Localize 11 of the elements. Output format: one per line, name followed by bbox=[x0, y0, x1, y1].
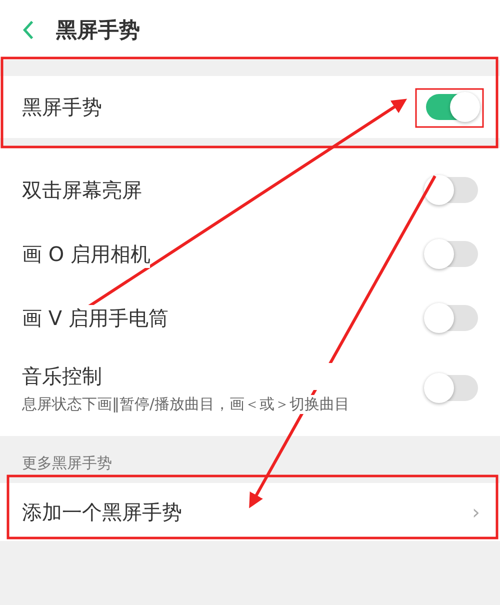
section-heading: 更多黑屏手势 bbox=[21, 453, 113, 474]
back-icon[interactable] bbox=[22, 20, 34, 40]
page-title: 黑屏手势 bbox=[56, 17, 140, 44]
toggle-switch[interactable] bbox=[426, 94, 478, 120]
setting-label: 黑屏手势 bbox=[22, 94, 102, 120]
toggle-switch[interactable] bbox=[426, 177, 478, 203]
toggle-switch[interactable] bbox=[426, 241, 478, 267]
toggle-switch[interactable] bbox=[426, 375, 478, 401]
list-item[interactable]: 添加一个黑屏手势 › bbox=[0, 483, 500, 541]
toggle-switch[interactable] bbox=[426, 305, 478, 331]
chevron-icon: › bbox=[472, 500, 480, 524]
